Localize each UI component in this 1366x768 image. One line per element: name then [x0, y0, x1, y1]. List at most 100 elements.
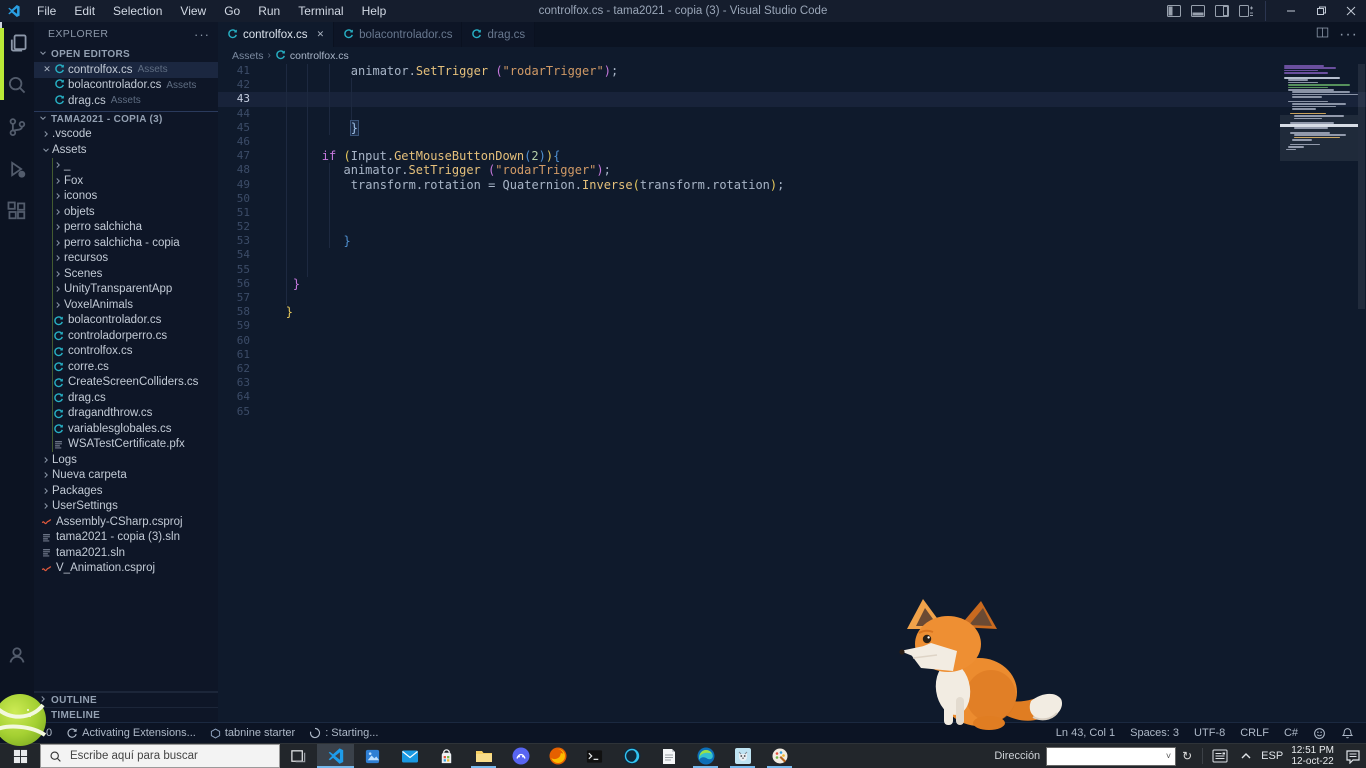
tree-item[interactable]: V_Animation.csproj	[34, 561, 218, 577]
tree-item[interactable]: controladorperro.cs	[34, 328, 218, 344]
code-line-60[interactable]: 60	[218, 334, 1366, 348]
code-line-48[interactable]: 48animator.SetTrigger ("rodarTrigger");	[218, 163, 1366, 177]
editor-scrollbar[interactable]	[1357, 64, 1366, 722]
tree-item[interactable]: corre.cs	[34, 359, 218, 375]
toggle-sidebar-icon[interactable]	[1163, 1, 1185, 21]
menu-help[interactable]: Help	[353, 0, 396, 22]
tab-drag.cs[interactable]: drag.cs	[462, 22, 535, 47]
code-line-56[interactable]: 56}	[218, 277, 1366, 291]
language-indicator[interactable]: ESP	[1259, 750, 1285, 762]
taskbar-mail-icon[interactable]	[391, 744, 428, 768]
taskbar-explorer-icon[interactable]	[465, 744, 502, 768]
notifications-bell-icon[interactable]	[1341, 727, 1354, 740]
code-line-54[interactable]: 54	[218, 248, 1366, 262]
status-eol[interactable]: CRLF	[1240, 727, 1269, 739]
code-line-43[interactable]: 43	[218, 92, 1366, 106]
restore-button[interactable]	[1306, 0, 1336, 22]
taskbar-firefox-icon[interactable]	[539, 744, 576, 768]
refresh-icon[interactable]: ↻	[1176, 749, 1198, 763]
tree-item[interactable]: WSATestCertificate.pfx	[34, 437, 218, 453]
tree-item[interactable]: Fox	[34, 173, 218, 189]
close-button[interactable]	[1336, 0, 1366, 22]
code-line-41[interactable]: 41animator.SetTrigger ("rodarTrigger");	[218, 64, 1366, 78]
tree-item[interactable]: Logs	[34, 452, 218, 468]
taskbar-paint-icon[interactable]	[761, 744, 798, 768]
activity-run-debug-icon[interactable]	[0, 148, 34, 190]
taskbar-husky-icon[interactable]	[724, 744, 761, 768]
tree-item[interactable]: iconos	[34, 189, 218, 205]
activity-source-control-icon[interactable]	[0, 106, 34, 148]
taskbar-discord-icon[interactable]	[502, 744, 539, 768]
breadcrumb[interactable]: Assets › controlfox.cs	[218, 47, 1366, 64]
close-icon[interactable]: ✕	[317, 29, 325, 40]
status-item[interactable]: tabnine starter	[210, 727, 295, 739]
minimize-button[interactable]	[1276, 0, 1306, 22]
code-line-61[interactable]: 61	[218, 348, 1366, 362]
toggle-panel-icon[interactable]	[1187, 1, 1209, 21]
code-line-51[interactable]: 51	[218, 206, 1366, 220]
taskbar-cmd-icon[interactable]	[576, 744, 613, 768]
tree-item[interactable]: objets	[34, 204, 218, 220]
tree-item[interactable]: Scenes	[34, 266, 218, 282]
tree-item[interactable]: CreateScreenColliders.cs	[34, 375, 218, 391]
activity-search-icon[interactable]	[0, 64, 34, 106]
code-line-57[interactable]: 57	[218, 291, 1366, 305]
close-icon[interactable]: ✕	[40, 64, 54, 75]
tab-controlfox.cs[interactable]: controlfox.cs✕	[218, 22, 334, 47]
breadcrumb-file[interactable]: controlfox.cs	[290, 50, 349, 62]
code-line-44[interactable]: 44	[218, 107, 1366, 121]
tree-item[interactable]: bolacontrolador.cs	[34, 313, 218, 329]
tree-item[interactable]: UnityTransparentApp	[34, 282, 218, 298]
taskbar-search-input[interactable]: Escribe aquí para buscar	[40, 744, 280, 768]
toggle-secondary-sidebar-icon[interactable]	[1211, 1, 1233, 21]
tree-item[interactable]: dragandthrow.cs	[34, 406, 218, 422]
breadcrumb-folder[interactable]: Assets	[232, 50, 264, 62]
tree-item[interactable]: .vscode	[34, 127, 218, 143]
action-center-icon[interactable]	[1340, 749, 1366, 764]
tree-item[interactable]: recursos	[34, 251, 218, 267]
tree-item[interactable]: tama2021.sln	[34, 545, 218, 561]
activity-extensions-icon[interactable]	[0, 190, 34, 232]
code-line-45[interactable]: 45}	[218, 121, 1366, 135]
code-line-55[interactable]: 55	[218, 263, 1366, 277]
taskbar-edge-icon[interactable]	[687, 744, 724, 768]
tree-item[interactable]: Packages	[34, 483, 218, 499]
status-indentation[interactable]: Spaces: 3	[1130, 727, 1179, 739]
workspace-header[interactable]: TAMA2021 - COPIA (3)	[34, 112, 218, 127]
tree-item[interactable]: drag.cs	[34, 390, 218, 406]
show-hidden-icons-icon[interactable]	[1233, 752, 1259, 760]
tree-item[interactable]: VoxelAnimals	[34, 297, 218, 313]
taskbar-store-icon[interactable]	[428, 744, 465, 768]
code-line-58[interactable]: 58}	[218, 305, 1366, 319]
menu-edit[interactable]: Edit	[65, 0, 104, 22]
open-editors-header[interactable]: OPEN EDITORS	[34, 46, 218, 62]
tree-item[interactable]: Nueva carpeta	[34, 468, 218, 484]
status-language[interactable]: C#	[1284, 727, 1298, 739]
taskbar-notepad-icon[interactable]	[650, 744, 687, 768]
open-editor-item[interactable]: drag.csAssets	[34, 93, 218, 109]
news-widget-icon[interactable]	[1207, 749, 1233, 763]
code-line-46[interactable]: 46	[218, 135, 1366, 149]
tree-item[interactable]: tama2021 - copia (3).sln	[34, 530, 218, 546]
code-line-53[interactable]: 53}	[218, 234, 1366, 248]
status-item[interactable]: Activating Extensions...	[66, 727, 196, 739]
chevron-down-icon[interactable]: ˅	[1162, 751, 1175, 761]
feedback-icon[interactable]	[1313, 727, 1326, 740]
editor-more-actions-icon[interactable]: ···	[1339, 26, 1358, 44]
code-line-47[interactable]: 47if (Input.GetMouseButtonDown(2)){	[218, 149, 1366, 163]
code-line-64[interactable]: 64	[218, 390, 1366, 404]
menu-selection[interactable]: Selection	[104, 0, 171, 22]
taskbar-vscode-icon[interactable]	[317, 744, 354, 768]
status-encoding[interactable]: UTF-8	[1194, 727, 1225, 739]
taskbar-taskview-icon[interactable]	[280, 744, 317, 768]
code-line-49[interactable]: 49transform.rotation = Quaternion.Invers…	[218, 178, 1366, 192]
code-line-42[interactable]: 42	[218, 78, 1366, 92]
open-editor-item[interactable]: ✕controlfox.csAssets	[34, 62, 218, 78]
tree-item[interactable]: perro salchicha - copia	[34, 235, 218, 251]
status-item[interactable]: : Starting...	[309, 727, 378, 739]
customize-layout-icon[interactable]	[1235, 1, 1257, 21]
open-editor-item[interactable]: bolacontrolador.csAssets	[34, 78, 218, 94]
activity-files-icon[interactable]	[0, 22, 34, 64]
address-input[interactable]: ˅	[1046, 747, 1176, 766]
activity-accounts-icon[interactable]	[0, 634, 34, 676]
